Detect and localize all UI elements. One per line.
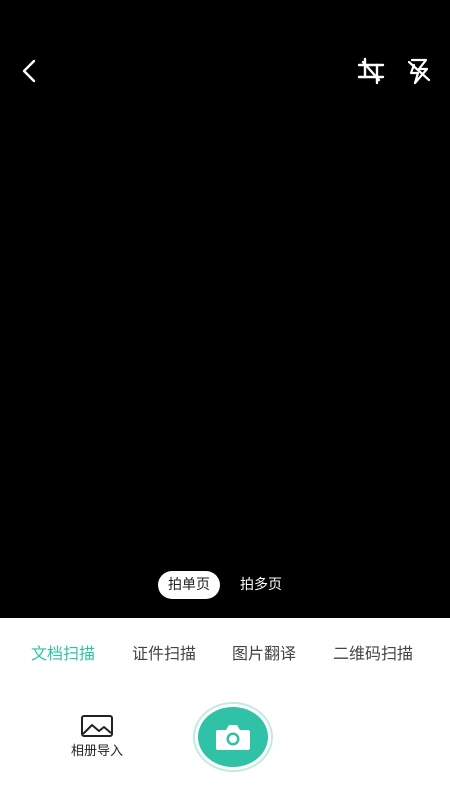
shutter-core[interactable] [198,707,268,767]
tab-qr-scan[interactable]: 二维码扫描 [333,642,413,666]
top-bar [0,0,450,140]
album-import-label: 相册导入 [70,744,123,759]
album-import-button[interactable]: 相册导入 [62,714,132,764]
bottom-panel: 文档扫描 证件扫描 图片翻译 二维码扫描 相册导入 [0,618,450,800]
crop-button[interactable] [354,54,388,88]
flash-off-icon [407,58,431,85]
chevron-left-icon [22,59,36,83]
crop-icon [357,57,385,85]
capture-mode-switch: 拍单页 拍多页 [0,571,450,599]
camera-icon [216,725,250,750]
tab-image-translate[interactable]: 图片翻译 [232,642,296,666]
mode-multi-page[interactable]: 拍多页 [230,571,292,599]
tab-document-scan[interactable]: 文档扫描 [31,642,95,666]
flash-toggle-button[interactable] [402,54,436,88]
scan-type-tabs: 文档扫描 证件扫描 图片翻译 二维码扫描 [0,642,450,666]
back-button[interactable] [12,54,46,88]
mode-single-page[interactable]: 拍单页 [158,571,220,599]
image-icon [81,715,113,737]
tab-id-scan[interactable]: 证件扫描 [132,642,196,666]
shutter-button[interactable] [193,702,273,772]
